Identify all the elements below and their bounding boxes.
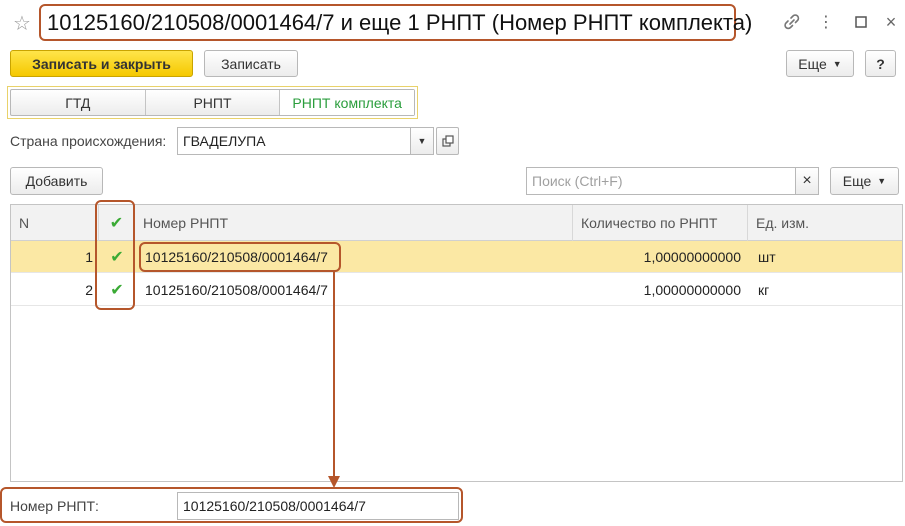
row-qty: 1,00000000000 [643,249,741,265]
row-unit: кг [758,282,770,298]
footer-rnpt-field[interactable]: 10125160/210508/0001464/7 [177,492,459,520]
close-icon[interactable]: × [880,10,902,34]
column-header-rnpt[interactable]: Номер РНПТ [135,205,573,241]
help-button[interactable]: ? [865,50,896,77]
check-column-highlight [95,200,135,310]
country-open-button[interactable] [436,127,459,155]
search-placeholder: Поиск (Ctrl+F) [532,173,623,189]
chevron-down-icon: ▼ [417,136,427,146]
more-vertical-icon[interactable]: ⋮ [814,10,838,34]
chevron-down-icon: ▼ [877,176,887,186]
table-row[interactable]: 2 ✔ 10125160/210508/0001464/7 1,00000000… [11,274,902,306]
country-field[interactable]: ГВАДЕЛУПА [177,127,411,155]
open-window-icon [441,135,454,147]
star-icon[interactable]: ☆ [10,9,34,37]
row-rnpt: 10125160/210508/0001464/7 [145,282,328,298]
row-number: 1 [85,249,93,265]
tab-rnpt-set[interactable]: РНПТ комплекта [280,90,415,115]
tab-rnpt[interactable]: РНПТ [146,90,281,115]
column-header-n[interactable]: N [11,205,99,241]
search-input[interactable]: Поиск (Ctrl+F) [526,167,796,195]
more-menu-button[interactable]: Еще ▼ [786,50,854,77]
annotation-arrow [328,272,340,488]
search-clear-button[interactable]: × [795,167,819,195]
country-label: Страна происхождения: [10,133,167,149]
table-more-label: Еще [842,173,872,189]
table-more-button[interactable]: Еще ▼ [830,167,899,195]
column-header-unit[interactable]: Ед. изм. [748,205,903,241]
save-and-close-button[interactable]: Записать и закрыть [10,50,193,77]
country-dropdown-button[interactable]: ▼ [410,127,434,155]
row-qty: 1,00000000000 [643,282,741,298]
tab-group: ГТД РНПТ РНПТ комплекта [7,86,418,119]
rnpt-cell-highlight [139,242,341,272]
row-unit: шт [758,249,776,265]
more-menu-label: Еще [798,55,827,72]
table-header: N ✔ Номер РНПТ Количество по РНПТ Ед. из… [11,205,902,241]
tab-gtd[interactable]: ГТД [11,90,146,115]
save-button[interactable]: Записать [204,50,298,77]
maximize-icon[interactable] [849,10,873,34]
chevron-down-icon: ▼ [832,58,842,69]
link-icon[interactable] [780,10,804,34]
row-number: 2 [85,282,93,298]
window-title: 10125160/210508/0001464/7 и еще 1 РНПТ (… [39,4,752,41]
add-button[interactable]: Добавить [10,167,103,195]
column-header-qty[interactable]: Количество по РНПТ [573,205,748,241]
